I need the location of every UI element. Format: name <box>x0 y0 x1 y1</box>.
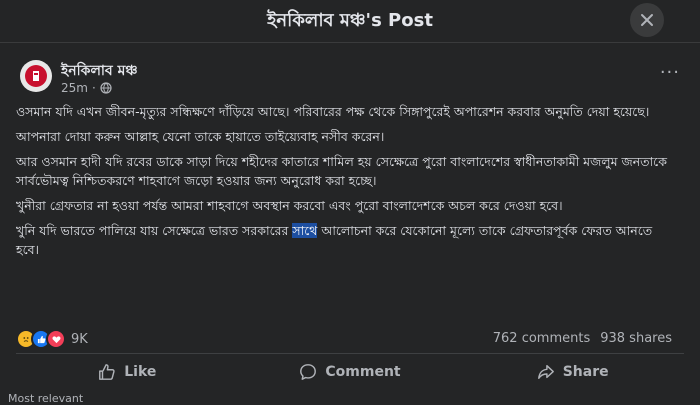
avatar[interactable] <box>20 60 52 92</box>
text-segment: খুনি যদি ভারতে পালিয়ে যায় সেক্ষেত্রে ভ… <box>16 223 293 238</box>
post-paragraph-last: খুনি যদি ভারতে পালিয়ে যায় সেক্ষেত্রে ভ… <box>16 221 676 259</box>
share-button[interactable]: Share <box>461 356 684 388</box>
post-paragraph: ওসমান যদি এখন জীবন-মৃত্যুর সন্ধিক্ষণে দা… <box>16 104 650 119</box>
page-logo-icon <box>25 65 47 87</box>
post-time[interactable]: 25m <box>61 81 88 95</box>
post-paragraph: খুনীরা গ্রেফতার না হওয়া পর্যন্ত আমরা শা… <box>16 198 563 213</box>
close-icon <box>641 14 653 26</box>
reaction-count: 9K <box>71 331 88 347</box>
post-meta: 25m · <box>61 81 112 95</box>
globe-icon <box>100 82 112 94</box>
share-label: Share <box>562 364 609 380</box>
comment-label: Comment <box>325 364 401 380</box>
shares-count[interactable]: 938 shares <box>600 331 672 346</box>
comment-sort-label[interactable]: Most relevant <box>8 392 83 405</box>
comment-button[interactable]: Comment <box>239 356 462 388</box>
divider <box>16 353 684 354</box>
like-button[interactable]: Like <box>16 356 239 388</box>
post-dialog-header: ইনকিলাব মঞ্চ's Post <box>0 0 700 43</box>
post-actions-bar: Like Comment Share <box>16 356 684 388</box>
post-paragraph: আপনারা দোয়া করুন আল্লাহ যেনো তাকে হায়া… <box>16 129 385 144</box>
post-body: ওসমান যদি এখন জীবন-মৃত্যুর সন্ধিক্ষণে দা… <box>16 102 676 265</box>
close-button[interactable] <box>630 3 664 37</box>
like-label: Like <box>124 364 157 380</box>
selected-text: সাথে <box>292 223 318 238</box>
post-card: ইনকিলাব মঞ্চ 25m · ··· ওসমান যদি এখন জীব… <box>8 52 692 400</box>
more-options-icon[interactable]: ··· <box>660 62 680 83</box>
dialog-title: ইনকিলাব মঞ্চ's Post <box>267 10 433 31</box>
share-icon <box>537 364 554 380</box>
love-icon <box>46 329 66 349</box>
comment-icon <box>300 364 317 380</box>
post-paragraph: আর ওসমান হাদী যদি রবের ডাকে সাড়া দিয়ে … <box>16 154 667 188</box>
reaction-summary[interactable]: 9K <box>16 329 88 349</box>
comments-count[interactable]: 762 comments <box>493 331 590 346</box>
thumbs-up-icon <box>99 364 115 380</box>
engagement-stats: 762 comments 938 shares <box>493 331 672 346</box>
author-name[interactable]: ইনকিলাব মঞ্চ <box>61 59 138 83</box>
